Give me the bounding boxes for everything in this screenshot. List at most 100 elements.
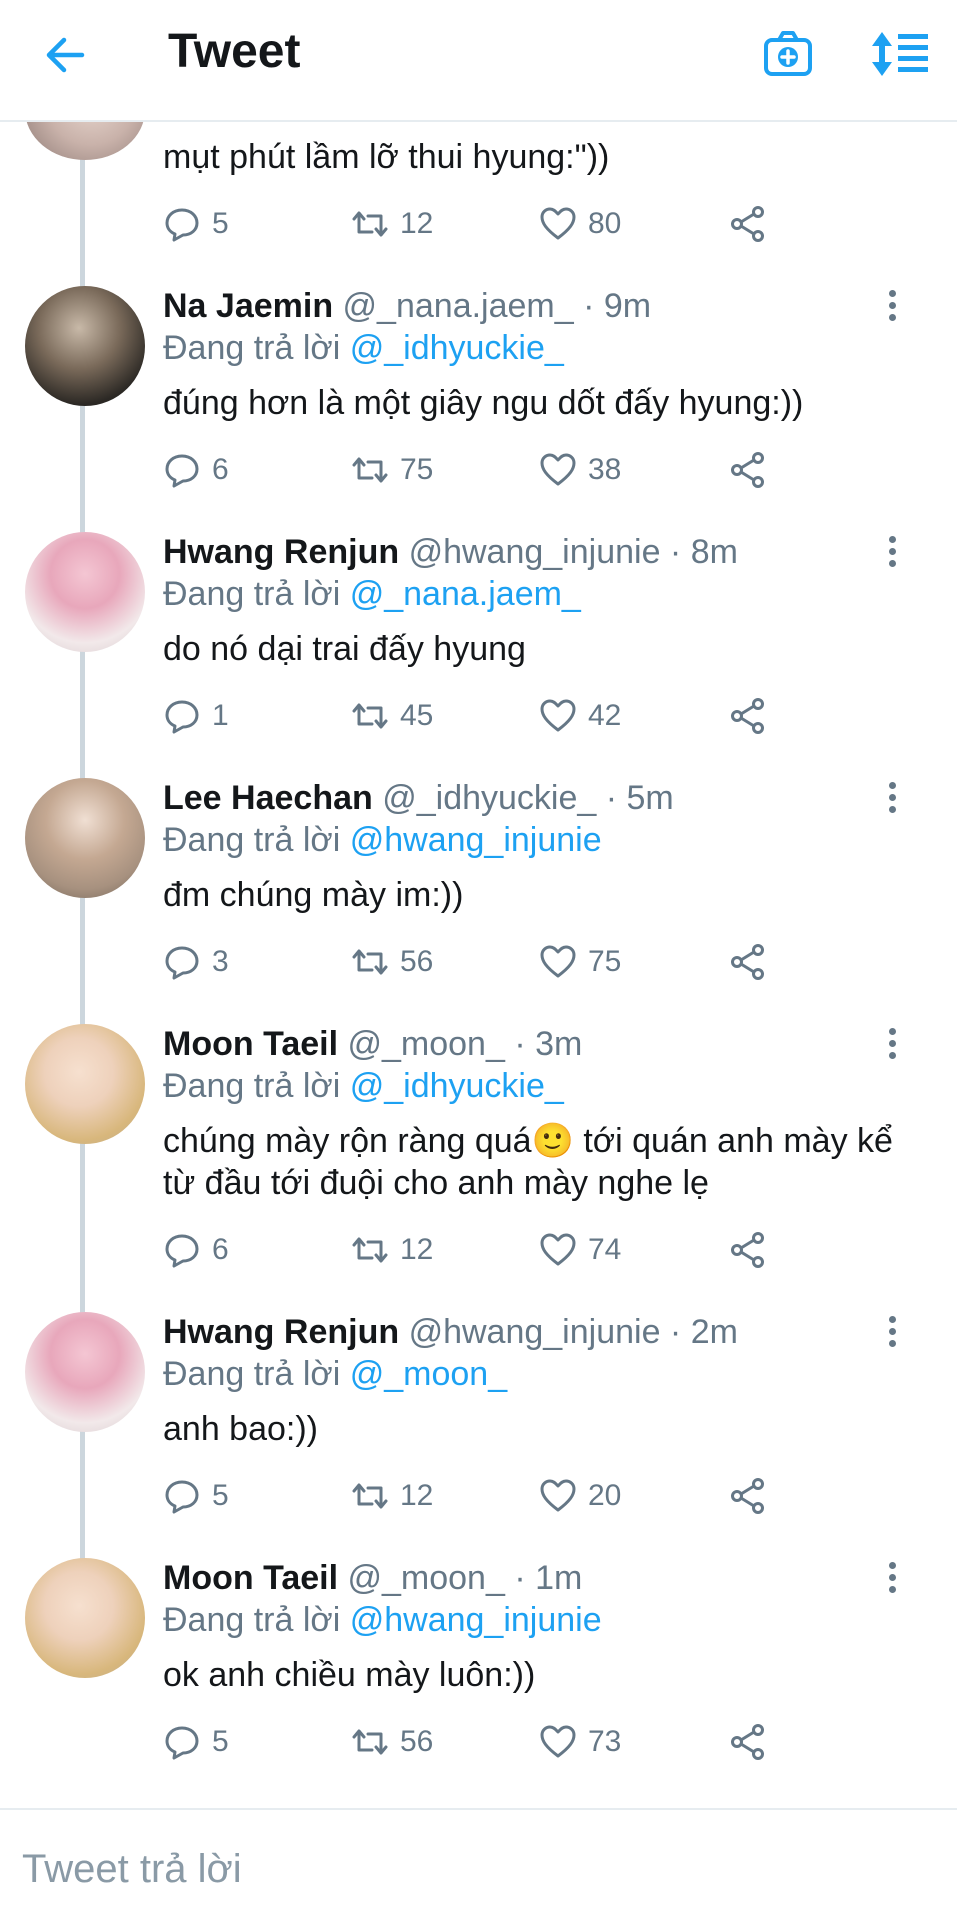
share-button[interactable] [728,204,778,244]
avatar[interactable] [25,532,145,652]
tweet-text: đm chúng mày im:)) [163,876,464,914]
like-button[interactable]: 74 [538,1230,621,1270]
reply-count: 1 [212,699,229,732]
like-icon [540,453,576,486]
tweet-text: đúng hơn là một giây ngu dốt đấy hyung:)… [163,384,804,422]
like-count: 73 [588,1725,622,1758]
reply-button[interactable]: 5 [162,1476,229,1516]
retweet-button[interactable]: 75 [350,450,433,490]
reply-button[interactable]: 3 [162,942,229,982]
replying-to-label: Đang trả lời [163,821,341,859]
retweet-button[interactable]: 12 [350,204,433,244]
share-icon [731,1232,764,1268]
more-vertical-icon[interactable] [880,290,904,330]
retweet-button[interactable]: 12 [350,1476,433,1516]
like-button[interactable]: 20 [538,1476,621,1516]
reply-button[interactable]: 6 [162,450,229,490]
more-vertical-icon[interactable] [880,536,904,576]
like-count: 75 [588,945,622,978]
reply-composer [0,1808,957,1922]
share-button[interactable] [728,696,778,736]
reply-button[interactable]: 5 [162,204,229,244]
camera-plus-icon[interactable] [762,28,814,80]
avatar[interactable] [25,286,145,406]
like-icon [540,207,576,240]
replying-to-label: Đang trả lời [163,575,341,613]
handle-time: @_moon_ · 3m [347,1025,583,1063]
share-icon [731,1724,764,1760]
tweet-actions: 6 75 38 [0,450,957,500]
reply-button[interactable]: 6 [162,1230,229,1270]
reply-icon [165,1726,199,1760]
retweet-button[interactable]: 12 [350,1230,433,1270]
more-vertical-icon[interactable] [880,782,904,822]
reply-mention[interactable]: @_idhyuckie_ [350,329,564,367]
retweet-icon [352,703,388,729]
display-name[interactable]: Hwang Renjun [163,533,399,571]
reply-count: 5 [212,207,229,240]
more-vertical-icon[interactable] [880,1316,904,1356]
reply-button[interactable]: 5 [162,1722,229,1762]
reply-count: 3 [212,945,229,978]
sort-icon[interactable] [870,28,930,80]
like-button[interactable]: 38 [538,450,621,490]
retweet-icon [352,1483,388,1509]
handle-time: @_nana.jaem_ · 9m [342,287,652,325]
reply-icon [165,1480,199,1514]
retweet-button[interactable]: 56 [350,1722,433,1762]
reply-input[interactable] [20,1838,924,1900]
avatar[interactable] [25,1312,145,1432]
retweet-count: 12 [400,207,434,240]
share-button[interactable] [728,450,778,490]
retweet-count: 56 [400,945,434,978]
display-name[interactable]: Lee Haechan [163,779,373,817]
back-arrow-icon[interactable] [40,30,90,80]
like-button[interactable]: 73 [538,1722,621,1762]
tweet-actions: 3 56 75 [0,942,957,992]
retweet-button[interactable]: 45 [350,696,433,736]
share-icon [731,452,764,488]
more-vertical-icon[interactable] [880,1562,904,1602]
avatar[interactable] [25,1558,145,1678]
share-button[interactable] [728,1230,778,1270]
share-button[interactable] [728,942,778,982]
display-name[interactable]: Moon Taeil [163,1025,338,1063]
like-icon [540,1479,576,1512]
reply-mention[interactable]: @hwang_injunie [350,1601,602,1639]
avatar[interactable] [25,778,145,898]
display-name[interactable]: Moon Taeil [163,1559,338,1597]
like-button[interactable]: 75 [538,942,621,982]
reply-icon [165,208,199,242]
retweet-count: 56 [400,1725,434,1758]
reply-icon [165,700,199,734]
display-name[interactable]: Na Jaemin [163,287,333,325]
retweet-icon [352,211,388,237]
reply-mention[interactable]: @_idhyuckie_ [350,1067,564,1105]
like-count: 38 [588,453,622,486]
tweet-text: anh bao:)) [163,1410,318,1448]
like-button[interactable]: 80 [538,204,621,244]
retweet-icon [352,457,388,483]
retweet-count: 12 [400,1233,434,1266]
retweet-button[interactable]: 56 [350,942,433,982]
replying-to-label: Đang trả lời [163,329,341,367]
share-button[interactable] [728,1476,778,1516]
reply-count: 5 [212,1479,229,1512]
like-button[interactable]: 42 [538,696,621,736]
like-icon [540,1725,576,1758]
avatar[interactable] [25,1024,145,1144]
reply-mention[interactable]: @_nana.jaem_ [350,575,581,613]
handle-time: @hwang_injunie · 8m [408,533,738,571]
share-button[interactable] [728,1722,778,1762]
share-icon [731,944,764,980]
like-icon [540,1233,576,1266]
retweet-icon [352,1729,388,1755]
reply-mention[interactable]: @hwang_injunie [350,821,602,859]
like-count: 20 [588,1479,622,1512]
display-name[interactable]: Hwang Renjun [163,1313,399,1351]
tweet-text: chúng mày rộn ràng quá🙂 tới quán anh mày… [163,1122,893,1202]
tweet-text: ok anh chiều mày luôn:)) [163,1656,536,1694]
reply-mention[interactable]: @_moon_ [350,1355,507,1393]
reply-button[interactable]: 1 [162,696,229,736]
more-vertical-icon[interactable] [880,1028,904,1068]
